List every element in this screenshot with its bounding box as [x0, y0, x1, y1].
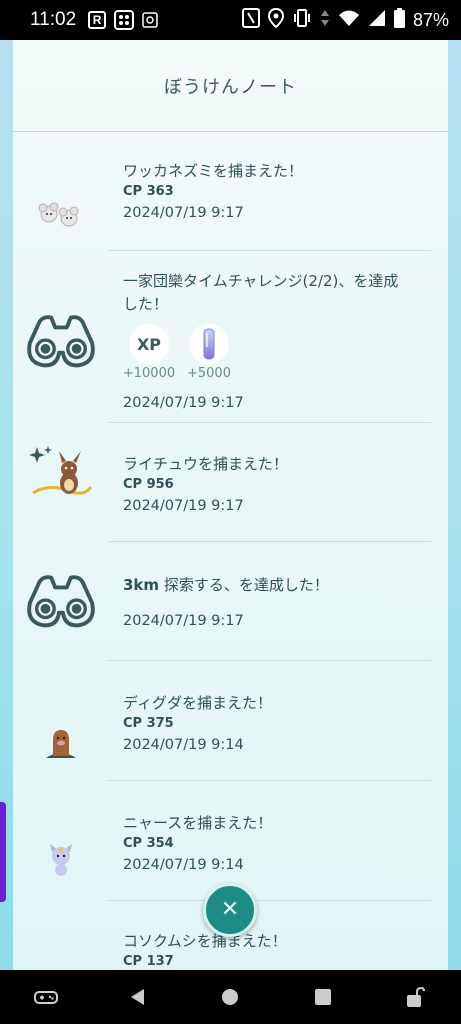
reward-amount: +10000 [122, 366, 176, 381]
scroll-indicator[interactable] [0, 802, 6, 902]
entry-title: 一家団欒タイムチャレンジ(2/2)、を達成した！ [123, 272, 399, 313]
nfc-icon [241, 7, 260, 33]
battery-percent: 87% [412, 9, 449, 30]
wifi-icon [338, 9, 360, 32]
pokemon-meowth-icon [26, 825, 96, 895]
vibrate-icon [292, 8, 312, 32]
entry-date: 2024/07/19 9:17 [123, 205, 244, 221]
entry-title: ニャースを捕まえた！ [123, 814, 273, 832]
divider [108, 780, 431, 781]
divider [108, 900, 431, 901]
divider [108, 541, 431, 542]
xp-icon: XP [129, 324, 169, 364]
entry-date: 2024/07/19 9:14 [123, 737, 244, 753]
entry-title: コソクムシを捕まえた！ [123, 932, 287, 950]
divider [108, 250, 431, 251]
entry-title: ライチュウを捕まえた！ [123, 455, 289, 473]
status-time: 11:02 [30, 9, 77, 30]
binoculars-icon [26, 566, 96, 636]
back-icon[interactable] [118, 977, 158, 1017]
home-icon[interactable] [210, 977, 250, 1017]
divider [108, 422, 431, 423]
entry-cp: CP 354 [123, 836, 174, 851]
entry-date: 2024/07/19 9:17 [123, 498, 244, 514]
entry-title: 3km 探索する、を達成した！ [123, 574, 423, 597]
entry-cp: CP 375 [123, 716, 174, 731]
close-icon: ✕ [220, 897, 240, 922]
reward-amount: +5000 [187, 366, 231, 381]
entry-cp: CP 137 [123, 954, 174, 969]
recents-icon[interactable] [303, 977, 343, 1017]
data-arrows-icon [320, 9, 330, 32]
binoculars-icon [26, 306, 96, 376]
list-item[interactable]: ワッカネズミを捕まえた！ CP 363 2024/07/19 9:17 [123, 160, 423, 221]
list-item[interactable]: 3km 探索する、を達成した！ 2024/07/19 9:17 [123, 574, 423, 629]
journal-panel[interactable]: ぼうけんノート ワッカネズミを捕まえた！ CP 363 2024/07/19 9… [13, 40, 448, 970]
entry-title-rest: 探索する、を達成した！ [159, 576, 329, 594]
pokemon-tandemaus-icon [26, 180, 96, 250]
signal-icon [368, 9, 386, 32]
reward-xp: XP +10000 [123, 324, 175, 381]
pokemon-raichu-shiny-icon [26, 440, 96, 510]
page-title: ぼうけんノート [164, 76, 297, 98]
pokemon-diglett-icon [26, 708, 96, 778]
entry-title: ディグダを捕まえた！ [123, 694, 272, 712]
reward-stardust: +5000 [187, 324, 231, 381]
reward-list: XP +10000 +5000 [123, 324, 423, 381]
list-item[interactable]: 一家団欒タイムチャレンジ(2/2)、を達成した！ XP +10000 +5000 [123, 270, 423, 411]
r-box-icon: R [88, 11, 107, 29]
entry-cp: CP 363 [123, 184, 174, 199]
list-item[interactable]: ディグダを捕まえた！ CP 375 2024/07/19 9:14 [123, 692, 423, 753]
list-item[interactable]: コソクムシを捕まえた！ CP 137 [123, 930, 423, 969]
gear-box-icon [142, 12, 158, 28]
grid-box-icon [114, 10, 135, 30]
journal-header: ぼうけんノート [13, 40, 448, 132]
battery-icon [393, 7, 405, 33]
app-screen: ぼうけんノート ワッカネズミを捕まえた！ CP 363 2024/07/19 9… [0, 40, 461, 970]
system-nav-bar [0, 970, 461, 1024]
entry-title-bold: 3km [123, 576, 160, 594]
location-icon [267, 7, 284, 33]
entry-date: 2024/07/19 9:17 [123, 613, 244, 629]
gamepad-icon[interactable] [26, 977, 66, 1017]
entry-date: 2024/07/19 9:17 [123, 395, 244, 411]
status-bar: 11:02 R 87% [0, 0, 461, 40]
list-item[interactable]: ニャースを捕まえた！ CP 354 2024/07/19 9:14 [123, 812, 423, 873]
stardust-vial-icon [189, 324, 229, 364]
entry-cp: CP 956 [123, 477, 174, 492]
entry-date: 2024/07/19 9:14 [123, 857, 244, 873]
divider [108, 660, 431, 661]
close-button[interactable]: ✕ [203, 883, 257, 937]
list-item[interactable]: ライチュウを捕まえた！ CP 956 2024/07/19 9:17 [123, 453, 423, 514]
lock-icon[interactable] [395, 977, 435, 1017]
entry-title: ワッカネズミを捕まえた！ [123, 162, 304, 180]
